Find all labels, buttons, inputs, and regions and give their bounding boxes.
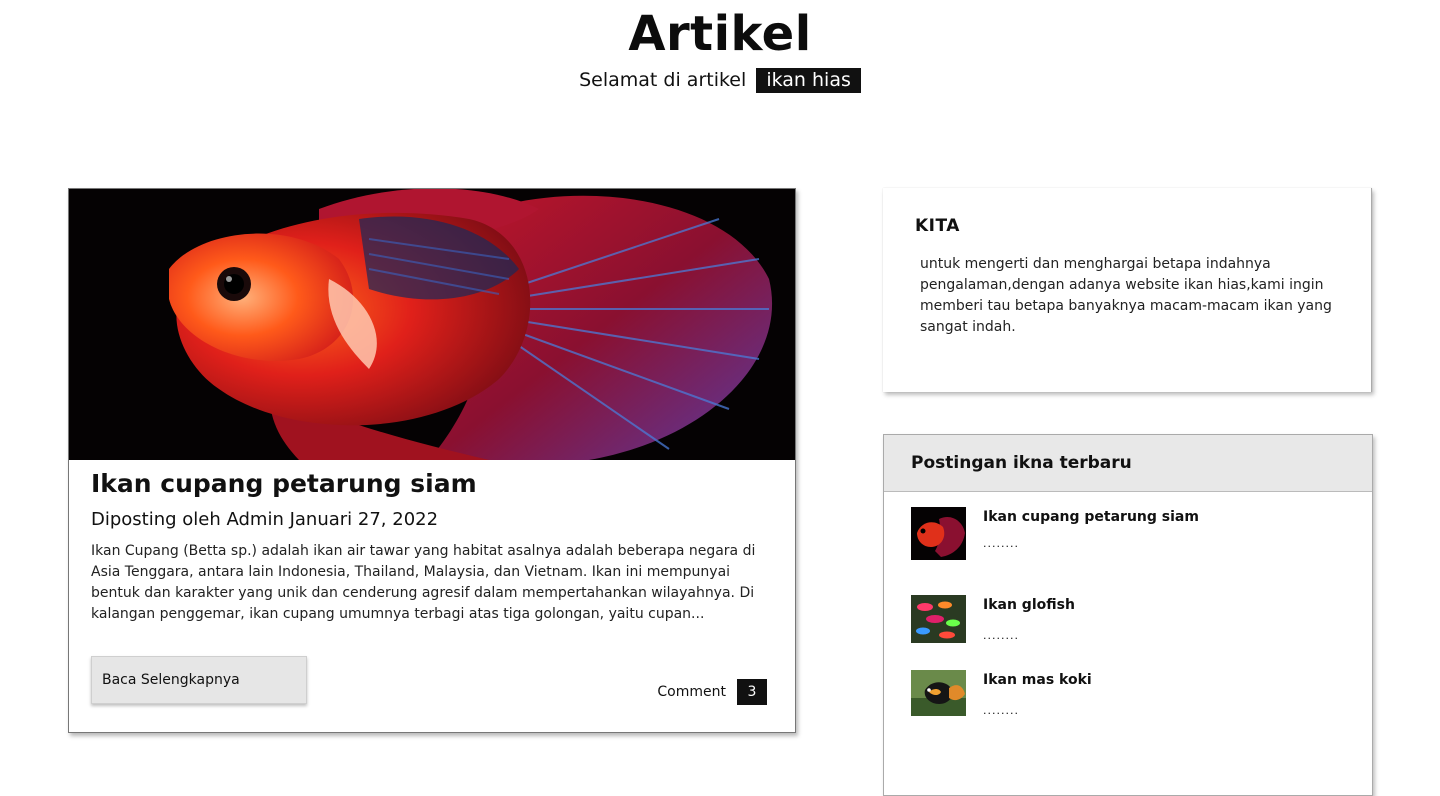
article-excerpt: Ikan Cupang (Betta sp.) adalah ikan air … — [91, 543, 756, 622]
betta-thumbnail-image — [911, 507, 966, 560]
post-thumbnail[interactable] — [911, 507, 966, 560]
recent-post-item[interactable]: Ikan glofish ........ — [911, 595, 1351, 643]
comment-count-badge: 3 — [737, 679, 767, 705]
about-title: KITA — [915, 216, 960, 236]
recent-post-item[interactable]: Ikan cupang petarung siam ........ — [911, 507, 1351, 563]
subtitle-text: Selamat di artikel — [579, 69, 747, 91]
post-excerpt: ........ — [983, 704, 1019, 717]
recent-posts-card: Postingan ikna terbaru Ikan cupang petar… — [883, 434, 1373, 796]
page-subtitle: Selamat di artikel ikan hias — [0, 68, 1440, 93]
post-thumbnail[interactable] — [911, 670, 966, 716]
article-title[interactable]: Ikan cupang petarung siam — [91, 469, 477, 498]
post-excerpt: ........ — [983, 629, 1019, 642]
post-title[interactable]: Ikan cupang petarung siam — [983, 509, 1199, 525]
post-thumbnail[interactable] — [911, 595, 966, 643]
recent-posts-header: Postingan ikna terbaru — [884, 435, 1372, 492]
comment-counter[interactable]: Comment 3 — [657, 679, 767, 705]
subtitle-highlight: ikan hias — [756, 68, 861, 93]
glofish-thumbnail-image — [911, 595, 966, 643]
recent-post-item[interactable]: Ikan mas koki ........ — [911, 670, 1351, 718]
goldfish-thumbnail-image — [911, 670, 966, 716]
betta-fish-image — [69, 189, 795, 460]
page-title: Artikel — [628, 6, 812, 62]
post-title[interactable]: Ikan mas koki — [983, 672, 1092, 688]
post-title[interactable]: Ikan glofish — [983, 597, 1075, 613]
article-image — [69, 189, 795, 460]
article-card: Ikan cupang petarung siam Diposting oleh… — [68, 188, 796, 733]
read-more-button[interactable]: Baca Selengkapnya — [91, 656, 307, 704]
comment-label[interactable]: Comment — [657, 684, 726, 700]
about-card: KITA untuk mengerti dan menghargai betap… — [883, 188, 1372, 392]
about-text: untuk mengerti dan menghargai betapa ind… — [920, 256, 1332, 335]
post-excerpt: ........ — [983, 537, 1019, 550]
article-meta: Diposting oleh Admin Januari 27, 2022 — [91, 509, 439, 530]
recent-posts-title: Postingan ikna terbaru — [911, 453, 1132, 473]
